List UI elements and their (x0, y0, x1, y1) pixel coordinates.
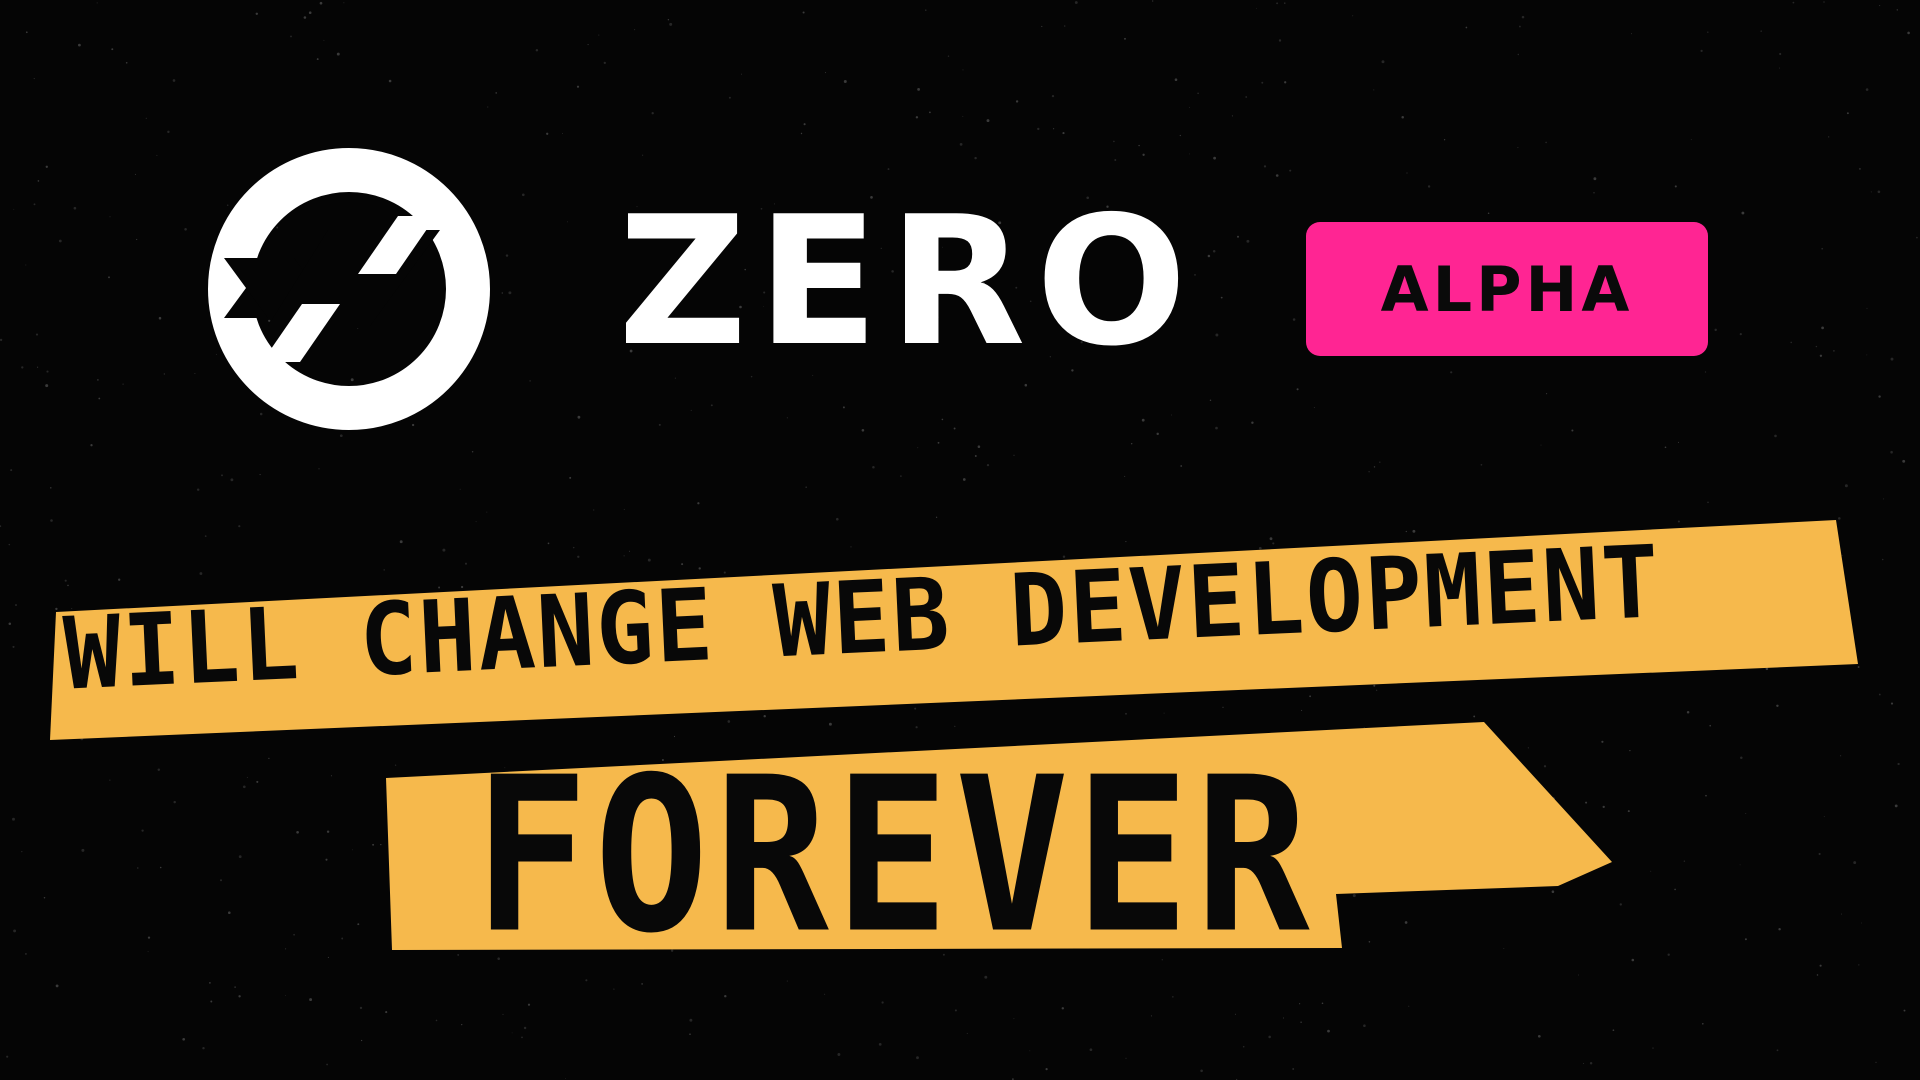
poster: ZERO ALPHA WILL CHANGE WEB DEVELOPMENT F… (0, 0, 1920, 1080)
headline-line2: FOREVER (474, 730, 1316, 981)
